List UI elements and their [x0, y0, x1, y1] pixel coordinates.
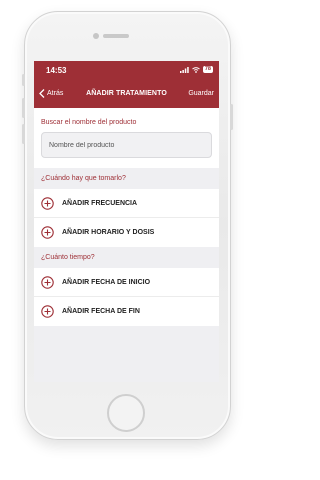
section-header-when: ¿Cuándo hay que tomarlo? — [34, 168, 219, 189]
battery-icon: 78 — [202, 66, 213, 73]
add-schedule-dose-label: AÑADIR HORARIO Y DOSIS — [62, 229, 155, 236]
nav-row: Atrás AÑADIR TRATAMIENTO Guardar — [34, 89, 219, 103]
plus-circle-icon — [41, 275, 54, 289]
add-frequency-row[interactable]: AÑADIR FRECUENCIA — [34, 189, 219, 218]
save-button[interactable]: Guardar — [188, 90, 214, 97]
status-time: 14:53 — [46, 66, 67, 75]
plus-circle-icon — [41, 305, 54, 318]
when-group: AÑADIR FRECUENCIA AÑADIR HORARIO Y DOSIS — [34, 189, 219, 247]
app-header: 14:53 78 Atrás AÑADIR TRATAMIENTO Guarda… — [34, 61, 219, 108]
status-icons: 78 — [179, 66, 213, 73]
mute-switch — [22, 74, 25, 86]
earpiece-speaker — [103, 34, 129, 38]
product-name-input[interactable] — [41, 132, 212, 158]
volume-up-button — [22, 98, 25, 118]
add-frequency-label: AÑADIR FRECUENCIA — [62, 199, 138, 207]
add-start-date-row[interactable]: AÑADIR FECHA DE INICIO — [34, 268, 219, 297]
wifi-icon — [192, 66, 200, 73]
duration-group: AÑADIR FECHA DE INICIO AÑADIR FECHA DE F… — [34, 268, 219, 326]
section-header-duration: ¿Cuánto tiempo? — [34, 247, 219, 268]
add-schedule-dose-row[interactable]: AÑADIR HORARIO Y DOSIS — [34, 218, 219, 247]
search-section: Buscar el nombre del producto — [34, 108, 219, 168]
app-screen: 14:53 78 Atrás AÑADIR TRATAMIENTO Guarda… — [34, 61, 219, 382]
home-button[interactable] — [107, 394, 145, 432]
search-label: Buscar el nombre del producto — [41, 119, 137, 126]
signal-icon — [179, 66, 189, 73]
front-camera — [93, 33, 99, 39]
add-start-date-label: AÑADIR FECHA DE INICIO — [62, 278, 151, 286]
plus-circle-icon — [41, 226, 54, 239]
plus-circle-icon — [41, 196, 54, 210]
volume-down-button — [22, 124, 25, 144]
add-end-date-row[interactable]: AÑADIR FECHA DE FIN — [34, 297, 219, 326]
power-button — [230, 104, 233, 130]
add-end-date-label: AÑADIR FECHA DE FIN — [62, 308, 140, 315]
